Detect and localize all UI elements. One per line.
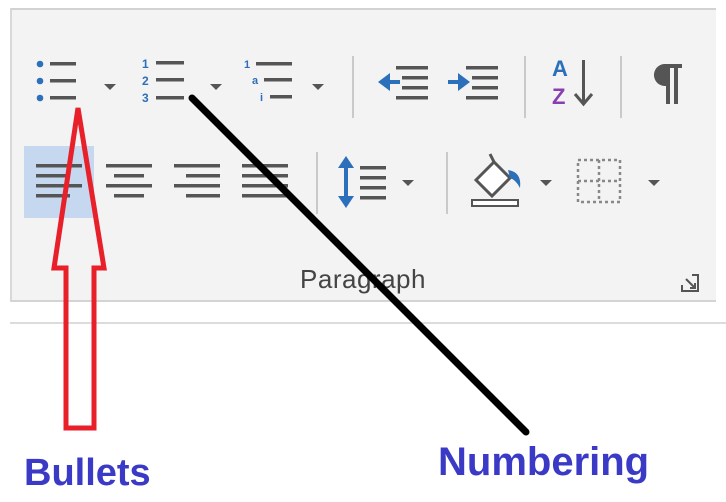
align-right-icon bbox=[172, 160, 222, 204]
numbered-list-icon: 1 2 3 bbox=[138, 56, 192, 108]
multilevel-list-dropdown-icon[interactable] bbox=[312, 84, 324, 90]
separator bbox=[316, 152, 318, 214]
decrease-indent-button[interactable] bbox=[376, 62, 432, 106]
align-left-icon bbox=[34, 160, 84, 204]
increase-indent-icon bbox=[446, 62, 502, 106]
numbering-button[interactable]: 1 2 3 bbox=[138, 56, 192, 108]
svg-text:2: 2 bbox=[142, 74, 149, 88]
separator bbox=[620, 56, 622, 118]
separator bbox=[446, 152, 448, 214]
pilcrow-icon bbox=[648, 60, 688, 108]
justify-button[interactable] bbox=[240, 160, 290, 204]
bulleted-list-icon bbox=[30, 58, 84, 108]
svg-text:Z: Z bbox=[552, 84, 565, 109]
borders-dropdown-icon[interactable] bbox=[648, 180, 660, 186]
increase-indent-button[interactable] bbox=[446, 62, 502, 106]
borders-button[interactable] bbox=[576, 158, 624, 206]
align-left-button[interactable] bbox=[34, 160, 84, 204]
ribbon-bottom-divider bbox=[10, 322, 726, 324]
paint-bucket-icon bbox=[468, 150, 528, 210]
separator bbox=[524, 56, 526, 118]
shading-dropdown-icon[interactable] bbox=[540, 180, 552, 186]
bullets-button[interactable] bbox=[30, 58, 84, 108]
line-spacing-button[interactable] bbox=[336, 154, 392, 210]
separator bbox=[352, 56, 354, 118]
align-right-button[interactable] bbox=[172, 160, 222, 204]
svg-text:3: 3 bbox=[142, 91, 149, 105]
bullets-annotation-label: Bullets bbox=[24, 452, 151, 494]
svg-text:i: i bbox=[260, 92, 263, 104]
numbering-annotation-label: Numbering bbox=[438, 440, 650, 484]
sort-button[interactable]: A Z bbox=[546, 54, 600, 112]
numbering-dropdown-icon[interactable] bbox=[210, 84, 222, 90]
align-center-button[interactable] bbox=[104, 160, 154, 204]
line-spacing-dropdown-icon[interactable] bbox=[402, 180, 414, 186]
bullets-dropdown-icon[interactable] bbox=[104, 84, 116, 90]
multilevel-list-icon: 1 a i bbox=[240, 56, 300, 108]
svg-text:1: 1 bbox=[244, 59, 250, 71]
svg-text:A: A bbox=[552, 56, 568, 81]
multilevel-list-button[interactable]: 1 a i bbox=[240, 56, 300, 108]
shading-button[interactable] bbox=[468, 150, 528, 210]
show-hide-marks-button[interactable] bbox=[648, 60, 688, 108]
svg-text:a: a bbox=[252, 75, 259, 87]
borders-icon bbox=[576, 158, 624, 206]
justify-icon bbox=[240, 160, 290, 204]
sort-az-icon: A Z bbox=[546, 54, 600, 112]
decrease-indent-icon bbox=[376, 62, 432, 106]
align-center-icon bbox=[104, 160, 154, 204]
svg-text:1: 1 bbox=[142, 57, 149, 71]
paragraph-group-label: Paragraph bbox=[300, 264, 426, 294]
line-spacing-icon bbox=[336, 154, 392, 210]
dialog-launcher-icon[interactable] bbox=[680, 273, 700, 293]
